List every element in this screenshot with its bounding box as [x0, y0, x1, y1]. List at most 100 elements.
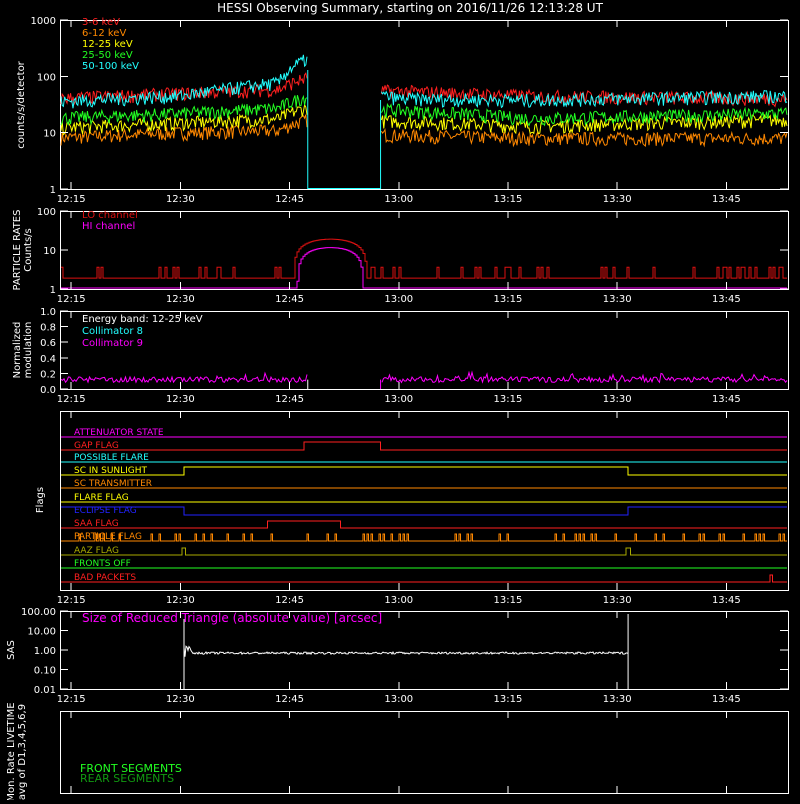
- counts-legend-25-50: 25-50 keV: [82, 50, 133, 61]
- counts-xtick-label: 12:45: [275, 194, 304, 205]
- sas-ytick-label: 0.10: [34, 666, 56, 677]
- flag-line-particle-flag: [61, 533, 787, 542]
- flags-ylabel: Flags: [35, 487, 46, 513]
- modulation-xtick-label: 13:00: [384, 394, 413, 405]
- sas-ylabel: SAS: [6, 640, 17, 660]
- counts-legend-3-6: 3-6 keV: [82, 17, 120, 28]
- modulation-ytick-label: 0.6: [40, 338, 56, 349]
- counts-ylabel: counts/s/detector: [16, 60, 27, 148]
- hessi-summary-figure: HESSI Observing Summary, starting on 201…: [0, 0, 800, 802]
- livetime-ylabel2: avg of D1,3,4,5,6,9: [17, 704, 28, 800]
- counts-panel-frame: [60, 20, 789, 190]
- modulation-xtick-label: 12:15: [57, 394, 86, 405]
- particle-xtick-label: 12:15: [57, 294, 86, 305]
- modulation-ytick-label: 0.2: [40, 369, 56, 380]
- summary-plot-canvas: HESSI Observing Summary, starting on 201…: [6, 1, 789, 802]
- flag-label-sc-in-sunlight: SC IN SUNLIGHT: [74, 466, 148, 476]
- counts-xtick-label: 12:30: [166, 194, 195, 205]
- counts-xtick-label: 13:30: [603, 194, 632, 205]
- flags-xtick-label: 13:45: [712, 595, 741, 606]
- flag-line-saa-flag: [61, 520, 787, 529]
- sas-ytick-label: 10.00: [27, 627, 56, 638]
- particle-ytick-label: 100: [37, 207, 56, 218]
- flag-label-fronts-off: FRONTS OFF: [74, 559, 131, 569]
- counts-xtick-label: 13:45: [712, 194, 741, 205]
- particle-ylabel2: Counts/s: [23, 228, 34, 272]
- modulation-ytick-label: 0.8: [40, 323, 56, 334]
- sas-ytick-label: 100.00: [21, 607, 56, 618]
- sas-xtick-label: 13:00: [384, 694, 413, 705]
- counts-legend-12-25: 12-25 keV: [82, 39, 133, 50]
- flag-line-sc-in-sunlight: [61, 466, 787, 476]
- flag-line-aaz-flag: [61, 547, 787, 556]
- counts-xtick-label: 12:15: [57, 194, 86, 205]
- counts-xtick-label: 13:00: [384, 194, 413, 205]
- sas-xtick-label: 13:30: [603, 694, 632, 705]
- sas-xtick-label: 13:45: [712, 694, 741, 705]
- sas-triangle-series: [183, 645, 629, 657]
- flag-line-bad-packets: [61, 574, 787, 583]
- counts-legend-50-100: 50-100 keV: [82, 61, 139, 72]
- flag-label-aaz-flag: AAZ FLAG: [74, 546, 119, 556]
- counts-series-6-12-b: [380, 128, 788, 148]
- sas-xtick-label: 13:15: [494, 694, 523, 705]
- flag-label-saa-flag: SAA FLAG: [74, 519, 119, 529]
- sas-annotation: Size of Reduced Triangle (absolute value…: [82, 611, 382, 625]
- modulation-legend-c8: Collimator 8: [82, 326, 143, 337]
- particle-xtick-label: 13:30: [603, 294, 632, 305]
- flags-xtick-label: 13:30: [603, 595, 632, 606]
- counts-ytick-label: 1000: [31, 16, 56, 27]
- flags-xtick-label: 13:15: [494, 595, 523, 606]
- modulation-xtick-label: 12:45: [275, 394, 304, 405]
- modulation-ylabel: Normalized: [12, 322, 23, 379]
- counts-ytick-label: 10: [43, 129, 56, 140]
- modulation-legend-c9: Collimator 9: [82, 338, 143, 349]
- flag-line-eclipse-flag: [61, 506, 787, 516]
- particle-lo-channel-line: [61, 238, 787, 279]
- modulation-ylabel2: modulation: [23, 322, 34, 379]
- sas-xtick-label: 12:45: [275, 694, 304, 705]
- flags-xtick-label: 12:30: [166, 595, 195, 606]
- particle-ytick-label: 10: [43, 246, 56, 257]
- counts-ytick-label: 100: [37, 72, 56, 83]
- flags-xtick-label: 13:00: [384, 595, 413, 606]
- flag-label-gap-flag: GAP FLAG: [74, 441, 119, 451]
- flag-label-sc-transmitter: SC TRANSMITTER: [74, 479, 152, 489]
- flag-label-bad-packets: BAD PACKETS: [74, 573, 136, 583]
- particle-ytick-label: 1: [50, 285, 56, 296]
- flag-label-particle-flag: PARTICLE FLAG: [74, 532, 142, 542]
- flag-label-attenuator-state: ATTENUATOR STATE: [74, 428, 164, 438]
- particle-xtick-label: 12:30: [166, 294, 195, 305]
- modulation-xtick-label: 13:45: [712, 394, 741, 405]
- flags-xtick-label: 12:45: [275, 595, 304, 606]
- particle-legend-hi: HI channel: [82, 221, 135, 232]
- modulation-ytick-label: 1.0: [40, 307, 56, 318]
- counts-legend-6-12: 6-12 keV: [82, 28, 126, 39]
- flags-panel-frame: [60, 411, 789, 591]
- livetime-ylabel: Mon. Rate LIVETIME: [6, 702, 17, 800]
- particle-legend-lo: LO channel: [82, 210, 138, 221]
- modulation-xtick-label: 13:15: [494, 394, 523, 405]
- modulation-ytick-label: 0.4: [40, 354, 56, 365]
- flag-label-possible-flare: POSSIBLE FLARE: [74, 453, 149, 463]
- counts-xtick-label: 13:15: [494, 194, 523, 205]
- modulation-collimator9-b: [381, 370, 788, 384]
- modulation-ytick-label: 0.0: [40, 385, 56, 396]
- particle-hi-channel-line: [61, 247, 787, 289]
- counts-ytick-label: 1: [50, 185, 56, 196]
- figure-title: HESSI Observing Summary, starting on 201…: [217, 1, 603, 15]
- modulation-xtick-label: 12:30: [166, 394, 195, 405]
- sas-xtick-label: 12:15: [57, 694, 86, 705]
- particle-xtick-label: 13:00: [384, 294, 413, 305]
- livetime-legend-rear: REAR SEGMENTS: [80, 772, 174, 785]
- particle-xtick-label: 13:15: [494, 294, 523, 305]
- particle-xtick-label: 13:45: [712, 294, 741, 305]
- flag-label-eclipse-flag: ECLIPSE FLAG: [74, 506, 137, 516]
- sas-ytick-label: 1.00: [34, 646, 56, 657]
- sas-xtick-label: 12:30: [166, 694, 195, 705]
- particle-xtick-label: 12:45: [275, 294, 304, 305]
- modulation-xtick-label: 13:30: [603, 394, 632, 405]
- modulation-collimator9-a: [60, 371, 308, 384]
- particle-ylabel: PARTICLE RATES: [12, 210, 23, 291]
- flag-line-gap-flag: [61, 441, 787, 451]
